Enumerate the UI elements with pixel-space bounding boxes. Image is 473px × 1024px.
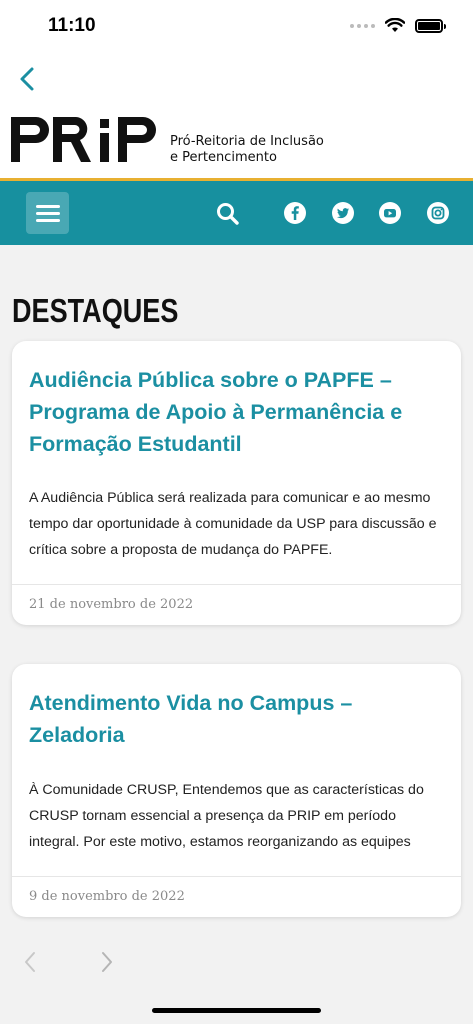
menu-button[interactable] [26, 192, 69, 234]
prip-logo[interactable] [11, 115, 163, 167]
logo-subtitle-line2: e Pertencimento [170, 150, 277, 165]
next-button[interactable] [95, 950, 119, 974]
back-bar [0, 54, 473, 104]
instagram-link[interactable] [426, 201, 450, 225]
youtube-icon [379, 202, 401, 224]
chevron-left-icon [25, 952, 35, 972]
status-icons [350, 18, 446, 33]
logo-subtitle-line1: Pró-Reitoria de Inclusão [170, 134, 324, 149]
facebook-icon [284, 202, 306, 224]
card-title[interactable]: Audiência Pública sobre o PAPFE – Progra… [29, 364, 449, 460]
carousel-pager [12, 932, 461, 992]
twitter-link[interactable] [331, 201, 355, 225]
logo-subtitle: Pró-Reitoria de Inclusão e Pertencimento [170, 134, 324, 166]
battery-icon [415, 18, 446, 33]
card-excerpt: A Audiência Pública será realizada para … [29, 490, 437, 558]
youtube-link[interactable] [378, 201, 402, 225]
twitter-icon [332, 202, 354, 224]
wifi-icon [385, 18, 405, 32]
news-card[interactable]: Audiência Pública sobre o PAPFE – Progra… [12, 341, 461, 625]
status-bar: 11:10 [0, 0, 473, 54]
home-indicator [152, 1008, 321, 1013]
card-divider [12, 876, 461, 877]
signal-icon [350, 23, 375, 28]
facebook-link[interactable] [283, 201, 307, 225]
navbar [0, 181, 473, 245]
back-button[interactable] [10, 62, 44, 96]
chevron-left-icon [20, 67, 34, 91]
card-divider [12, 584, 461, 585]
menu-icon [35, 204, 60, 208]
card-excerpt: À Comunidade CRUSP, Entendemos que as ca… [29, 782, 424, 850]
news-card[interactable]: Atendimento Vida no Campus – Zeladoria À… [12, 664, 461, 917]
card-title[interactable]: Atendimento Vida no Campus – Zeladoria [29, 687, 449, 751]
logo-header: Pró-Reitoria de Inclusão e Pertencimento [0, 104, 473, 180]
section-title: DESTAQUES [12, 292, 179, 329]
card-date: 9 de novembro de 2022 [29, 889, 185, 904]
instagram-icon [427, 202, 449, 224]
card-date: 21 de novembro de 2022 [29, 597, 194, 612]
previous-button[interactable] [18, 950, 42, 974]
search-button[interactable] [215, 201, 239, 225]
search-icon [216, 202, 239, 225]
chevron-right-icon [102, 952, 112, 972]
status-time: 11:10 [48, 15, 96, 36]
